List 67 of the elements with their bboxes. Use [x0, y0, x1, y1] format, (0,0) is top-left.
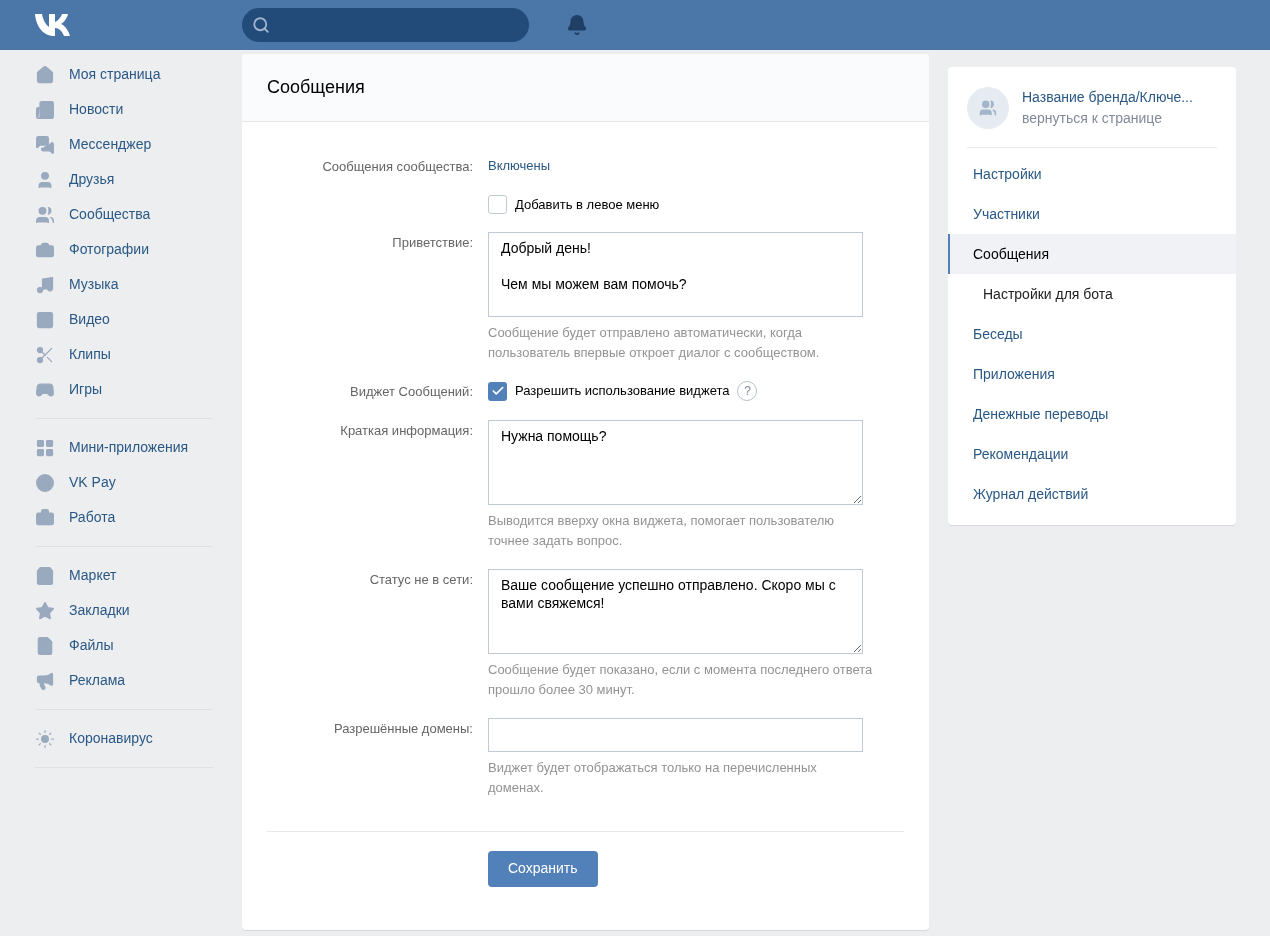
- music-note-icon: [35, 274, 55, 295]
- sidebar-item[interactable]: Видео: [35, 302, 213, 337]
- field-hint: Виджет будет отображаться только на перечисленных доменах.: [488, 758, 818, 797]
- settings-nav-item[interactable]: Журнал действий: [948, 474, 1236, 514]
- community-avatar: [967, 87, 1009, 129]
- checkbox[interactable]: [488, 381, 507, 401]
- people-icon: [35, 204, 55, 225]
- field-hint: Выводится вверху окна виджета, помогает пользователю точнее задать вопрос.: [488, 511, 836, 550]
- check-icon: [490, 384, 505, 398]
- search-icon: [252, 16, 270, 34]
- virus-icon: [35, 728, 55, 749]
- sidebar-item[interactable]: Работа: [35, 500, 213, 535]
- settings-nav-item[interactable]: Настройки: [948, 154, 1236, 194]
- field-label: Разрешённые домены:: [333, 720, 473, 736]
- scissors-icon: [35, 344, 55, 365]
- field-hint: Сообщение будет отправлено автоматически, когда пользователь впервые откроет диалог с сообществом.: [488, 324, 821, 362]
- chat-bubbles-icon: [35, 134, 55, 155]
- sidebar-item[interactable]: Фотографии: [35, 232, 213, 267]
- briefcase-icon: [35, 507, 55, 528]
- back-to-page-link[interactable]: вернуться к странице: [1022, 108, 1193, 129]
- sidebar-item[interactable]: Файлы: [35, 628, 213, 663]
- sidebar-item[interactable]: Друзья: [35, 162, 213, 197]
- sidebar-item[interactable]: Реклама: [35, 663, 213, 698]
- sidebar-item[interactable]: Коронавирус: [35, 721, 213, 756]
- field-label: Статус не в сети:: [369, 571, 473, 587]
- status-link[interactable]: Включены: [488, 156, 551, 176]
- text-area[interactable]: Ваше сообщение успешно отправлено. Скоро мы с вами свяжемся!: [488, 568, 863, 654]
- tiles-icon: [35, 437, 55, 458]
- settings-nav-item[interactable]: Сообщения: [948, 234, 1236, 274]
- sidebar-item[interactable]: Клипы: [35, 337, 213, 372]
- search-field[interactable]: [242, 8, 529, 42]
- file-icon: [35, 635, 55, 656]
- settings-nav-item[interactable]: Настройки для бота: [948, 274, 1236, 314]
- sidebar-item[interactable]: Моя страница: [35, 57, 213, 92]
- settings-nav-item[interactable]: Приложения: [948, 354, 1236, 394]
- sidebar-item[interactable]: Маркет: [35, 558, 213, 593]
- sidebar-item[interactable]: Сообщества: [35, 197, 213, 232]
- settings-nav-item[interactable]: Беседы: [948, 314, 1236, 354]
- save-button[interactable]: Сохранить: [488, 850, 598, 887]
- field-label: Краткая информация:: [340, 422, 473, 438]
- checkbox[interactable]: [488, 194, 507, 214]
- settings-nav-item[interactable]: Денежные переводы: [948, 394, 1236, 434]
- field-label: Приветствие:: [392, 235, 473, 250]
- input-field[interactable]: [488, 717, 863, 752]
- megaphone-icon: [35, 670, 55, 691]
- checkbox-label: Разрешить использование виджета: [515, 382, 730, 401]
- field-label: Сообщения сообщества:: [322, 159, 473, 174]
- community-name[interactable]: Название бренда/Ключе...: [1022, 87, 1193, 108]
- sidebar-item[interactable]: VK Pay: [35, 465, 213, 500]
- newspaper-icon: [35, 99, 55, 120]
- house-icon: [35, 64, 55, 85]
- field-label: Виджет Сообщений:: [350, 384, 473, 399]
- bell-icon[interactable]: [566, 14, 588, 36]
- sidebar-item[interactable]: Музыка: [35, 267, 213, 302]
- page-title: Сообщения: [267, 76, 365, 99]
- text-area[interactable]: Нужна помощь?: [488, 419, 863, 505]
- sidebar-item[interactable]: Мессенджер: [35, 127, 213, 162]
- sidebar-item[interactable]: Игры: [35, 372, 213, 407]
- sidebar-item[interactable]: Новости: [35, 92, 213, 127]
- sidebar-item[interactable]: Мини-приложения: [35, 430, 213, 465]
- star-icon: [35, 600, 55, 621]
- sidebar-item[interactable]: Закладки: [35, 593, 213, 628]
- settings-nav-item[interactable]: Участники: [948, 194, 1236, 234]
- text-area[interactable]: Добрый день! Чем мы можем вам помочь?: [488, 232, 863, 317]
- checkbox-label: Добавить в левое меню: [515, 195, 660, 214]
- settings-nav-item[interactable]: Рекомендации: [948, 434, 1236, 474]
- field-hint: Сообщение будет показано, если с момента последнего ответа прошло более 30 минут.: [488, 660, 873, 699]
